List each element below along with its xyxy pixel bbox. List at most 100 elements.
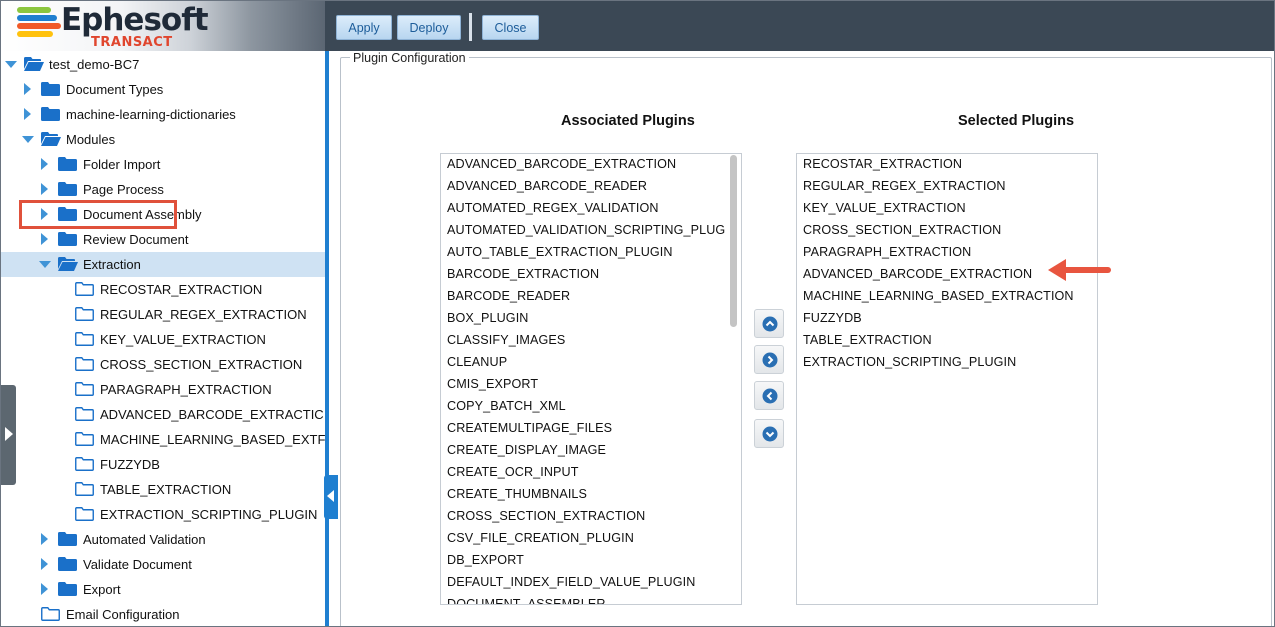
associated-plugin-item[interactable]: DOCUMENT_ASSEMBLER — [447, 597, 606, 604]
tree-item[interactable]: Page Process — [1, 177, 325, 202]
selected-plugin-item[interactable]: PARAGRAPH_EXTRACTION — [803, 245, 971, 259]
associated-plugin-item[interactable]: CLASSIFY_IMAGES — [447, 333, 565, 347]
tree-item[interactable]: Export — [1, 577, 325, 602]
associated-plugin-item[interactable]: CREATE_THUMBNAILS — [447, 487, 587, 501]
expand-panel-handle[interactable] — [1, 385, 16, 485]
selected-plugin-item[interactable]: ADVANCED_BARCODE_EXTRACTION — [803, 267, 1032, 281]
associated-plugin-item[interactable]: CROSS_SECTION_EXTRACTION — [447, 509, 645, 523]
tree-item[interactable]: RECOSTAR_EXTRACTION — [1, 277, 325, 302]
tree-item[interactable]: Extraction — [1, 252, 325, 277]
expanded-arrow-icon[interactable] — [39, 261, 51, 268]
selected-plugin-item[interactable]: CROSS_SECTION_EXTRACTION — [803, 223, 1001, 237]
highlight-box — [19, 200, 177, 229]
tree-item[interactable]: Folder Import — [1, 152, 325, 177]
associated-plugin-item[interactable]: CREATEMULTIPAGE_FILES — [447, 421, 612, 435]
collapsed-arrow-icon[interactable] — [41, 158, 48, 170]
chevron-down-icon — [762, 426, 778, 442]
logo-text: Ephesoft — [61, 2, 209, 38]
tree-item[interactable]: Modules — [1, 127, 325, 152]
folder-open-icon — [24, 57, 44, 71]
selected-plugin-item[interactable]: TABLE_EXTRACTION — [803, 333, 932, 347]
splitter[interactable] — [325, 51, 329, 626]
selected-plugin-item[interactable]: EXTRACTION_SCRIPTING_PLUGIN — [803, 355, 1016, 369]
associated-plugin-item[interactable]: DEFAULT_INDEX_FIELD_VALUE_PLUGIN — [447, 575, 695, 589]
collapsed-arrow-icon[interactable] — [41, 183, 48, 195]
folder-icon — [75, 382, 94, 396]
collapse-sidebar-button[interactable] — [324, 475, 338, 519]
associated-plugin-item[interactable]: BARCODE_READER — [447, 289, 570, 303]
collapsed-arrow-icon[interactable] — [41, 533, 48, 545]
tree-item[interactable]: PARAGRAPH_EXTRACTION — [1, 377, 325, 402]
associated-plugin-item[interactable]: CREATE_DISPLAY_IMAGE — [447, 443, 606, 457]
annotation-arrow-icon — [1048, 259, 1111, 281]
tree-item[interactable]: Review Document — [1, 227, 325, 252]
tree-item-label: FUZZYDB — [100, 457, 160, 472]
tree-item-label: Modules — [66, 132, 116, 147]
move-left-button[interactable] — [754, 381, 784, 410]
sidebar-tree: test_demo-BC7 Document Types machine-learn… — [1, 51, 325, 626]
associated-plugin-item[interactable]: CSV_FILE_CREATION_PLUGIN — [447, 531, 634, 545]
associated-plugin-item[interactable]: CMIS_EXPORT — [447, 377, 538, 391]
tree-item-label: Page Process — [83, 182, 164, 197]
folder-icon — [58, 557, 77, 571]
associated-plugin-item[interactable]: COPY_BATCH_XML — [447, 399, 566, 413]
folder-icon — [58, 532, 77, 546]
tree-item[interactable]: CROSS_SECTION_EXTRACTION — [1, 352, 325, 377]
toolbar — [325, 1, 1274, 51]
associated-plugin-item[interactable]: BOX_PLUGIN — [447, 311, 529, 325]
tree-item[interactable]: MACHINE_LEARNING_BASED_EXTF — [1, 427, 325, 452]
tree-item[interactable]: Document Types — [1, 77, 325, 102]
selected-plugin-item[interactable]: RECOSTAR_EXTRACTION — [803, 157, 962, 171]
tree-item[interactable]: EXTRACTION_SCRIPTING_PLUGIN — [1, 502, 325, 527]
associated-plugin-item[interactable]: AUTOMATED_VALIDATION_SCRIPTING_PLUG — [447, 223, 725, 237]
associated-plugin-item[interactable]: ADVANCED_BARCODE_READER — [447, 179, 647, 193]
folder-icon — [75, 482, 94, 496]
folder-icon — [58, 182, 77, 196]
collapsed-arrow-icon[interactable] — [41, 583, 48, 595]
selected-plugin-item[interactable]: KEY_VALUE_EXTRACTION — [803, 201, 966, 215]
associated-list-scrollbar[interactable] — [730, 155, 737, 327]
associated-plugin-item[interactable]: CREATE_OCR_INPUT — [447, 465, 579, 479]
collapsed-arrow-icon[interactable] — [24, 83, 31, 95]
tree-item-label: Validate Document — [83, 557, 192, 572]
panel-legend: Plugin Configuration — [350, 51, 469, 65]
associated-plugin-item[interactable]: BARCODE_EXTRACTION — [447, 267, 599, 281]
associated-plugin-item[interactable]: DB_EXPORT — [447, 553, 524, 567]
associated-plugin-item[interactable]: AUTOMATED_REGEX_VALIDATION — [447, 201, 659, 215]
associated-plugin-item[interactable]: AUTO_TABLE_EXTRACTION_PLUGIN — [447, 245, 673, 259]
tree-item[interactable]: Automated Validation — [1, 527, 325, 552]
tree-item[interactable]: ADVANCED_BARCODE_EXTRACTIC — [1, 402, 325, 427]
move-up-button[interactable] — [754, 309, 784, 338]
move-down-button[interactable] — [754, 419, 784, 448]
tree-item[interactable]: TABLE_EXTRACTION — [1, 477, 325, 502]
selected-plugins-list[interactable]: RECOSTAR_EXTRACTION REGULAR_REGEX_EXTRACT… — [796, 153, 1098, 605]
tree-item[interactable]: Validate Document — [1, 552, 325, 577]
selected-plugin-item[interactable]: REGULAR_REGEX_EXTRACTION — [803, 179, 1006, 193]
apply-button[interactable]: Apply — [336, 15, 392, 40]
deploy-button[interactable]: Deploy — [397, 15, 461, 40]
associated-plugin-item[interactable]: ADVANCED_BARCODE_EXTRACTION — [447, 157, 676, 171]
tree-item-label: Extraction — [83, 257, 141, 272]
tree-item[interactable]: REGULAR_REGEX_EXTRACTION — [1, 302, 325, 327]
folder-icon — [75, 282, 94, 296]
tree-item[interactable]: test_demo-BC7 — [1, 52, 325, 77]
tree-item-label: Export — [83, 582, 121, 597]
expanded-arrow-icon[interactable] — [5, 61, 17, 68]
associated-plugins-list[interactable]: ADVANCED_BARCODE_EXTRACTION ADVANCED_BARC… — [440, 153, 742, 605]
associated-plugin-item[interactable]: CLEANUP — [447, 355, 507, 369]
selected-plugin-item[interactable]: FUZZYDB — [803, 311, 862, 325]
logo-subtext: TRANSACT — [91, 35, 173, 50]
move-right-button[interactable] — [754, 345, 784, 374]
collapsed-arrow-icon[interactable] — [41, 558, 48, 570]
tree-item[interactable]: FUZZYDB — [1, 452, 325, 477]
close-button[interactable]: Close — [482, 15, 539, 40]
tree-item[interactable]: KEY_VALUE_EXTRACTION — [1, 327, 325, 352]
collapsed-arrow-icon[interactable] — [24, 108, 31, 120]
tree-item[interactable]: machine-learning-dictionaries — [1, 102, 325, 127]
tree-item-label: machine-learning-dictionaries — [66, 107, 236, 122]
selected-plugin-item[interactable]: MACHINE_LEARNING_BASED_EXTRACTION — [803, 289, 1074, 303]
chevron-left-icon — [762, 388, 778, 404]
tree-item[interactable]: Email Configuration — [1, 602, 325, 626]
collapsed-arrow-icon[interactable] — [41, 233, 48, 245]
expanded-arrow-icon[interactable] — [22, 136, 34, 143]
